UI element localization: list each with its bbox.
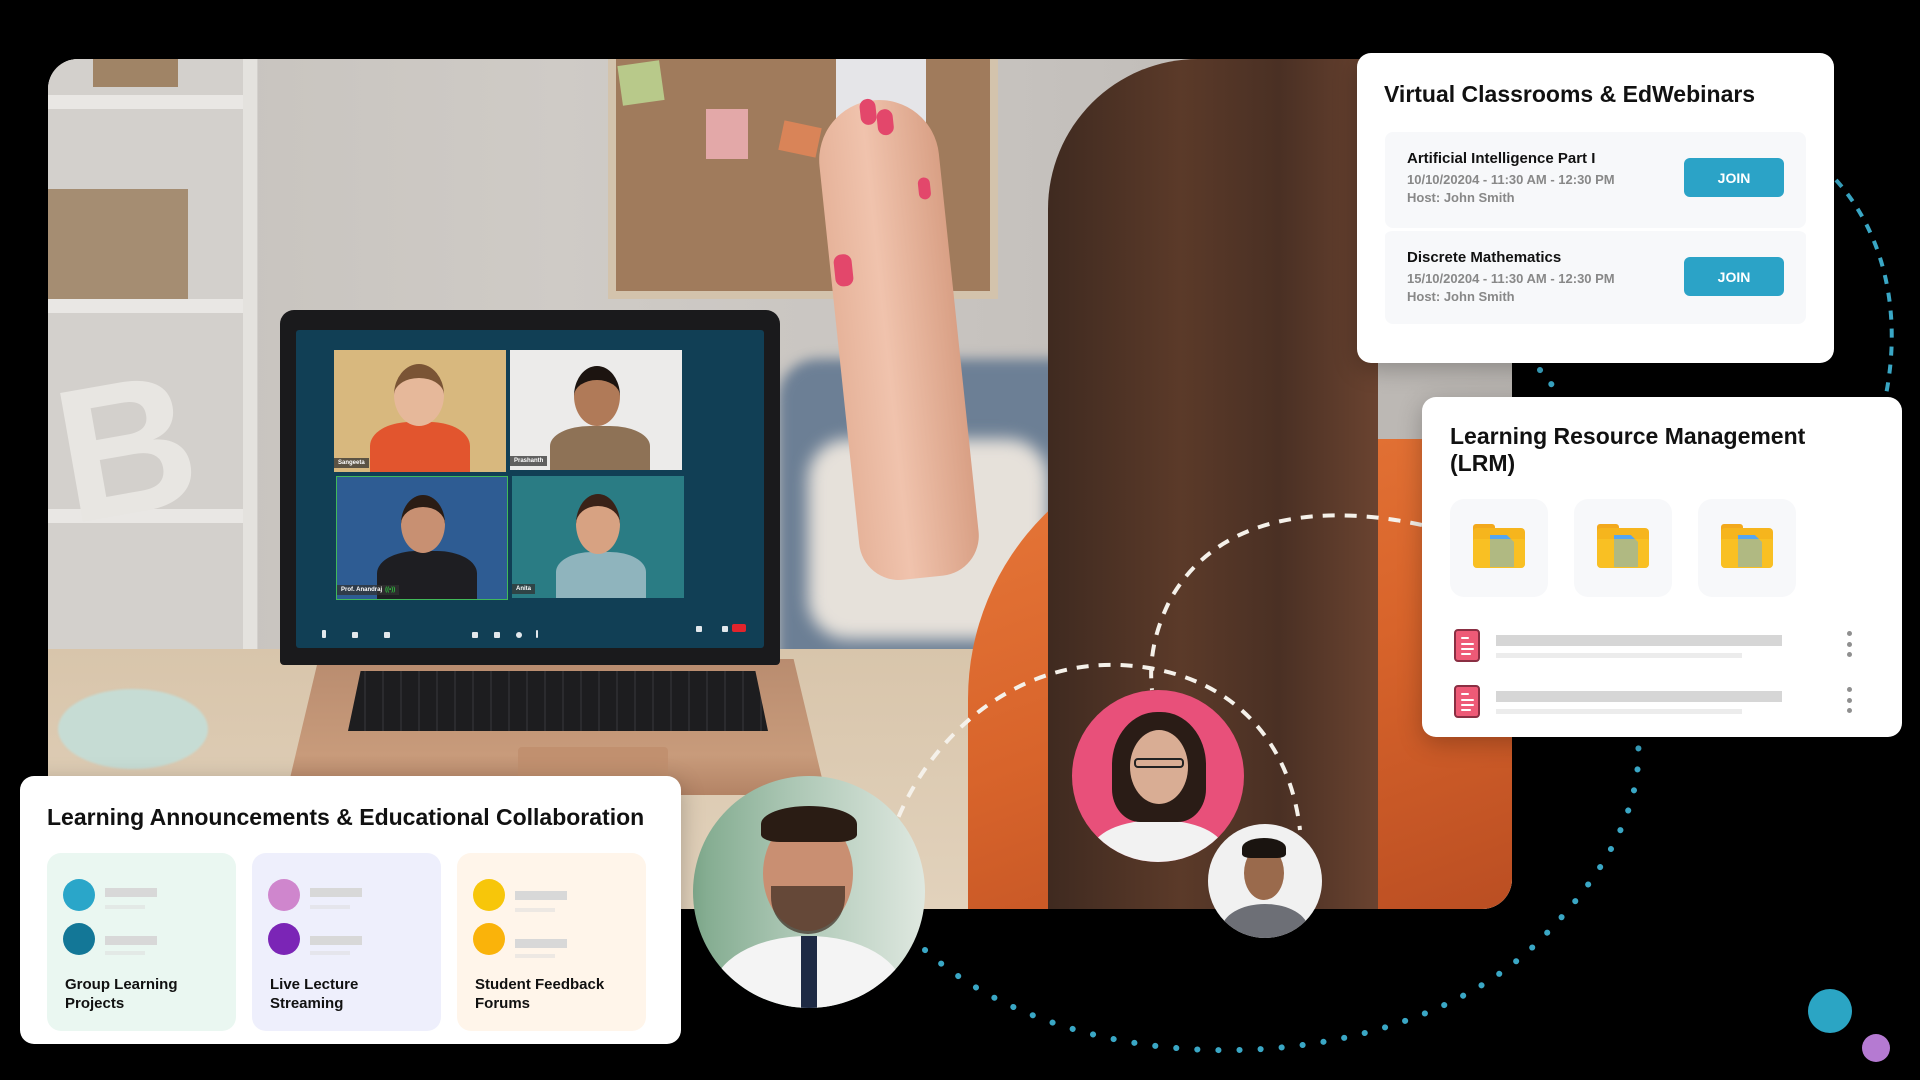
avatar-dot bbox=[473, 923, 505, 955]
avatar-dot bbox=[473, 879, 505, 911]
tile-student-feedback[interactable]: Student Feedback Forums bbox=[457, 853, 646, 1031]
mic-icon[interactable] bbox=[322, 630, 326, 638]
card-title: Virtual Classrooms & EdWebinars bbox=[1384, 81, 1756, 107]
participant-name: Sangeeta bbox=[334, 458, 369, 468]
laptop: Sangeeta Prashanth Prof. Anandraj ((•)) A… bbox=[280, 310, 780, 665]
file-item[interactable] bbox=[1450, 623, 1874, 679]
participant-tile[interactable]: Anita bbox=[512, 476, 684, 598]
bookshelf: B bbox=[48, 59, 258, 699]
text-placeholder bbox=[310, 888, 362, 897]
more-vertical-icon[interactable] bbox=[1842, 631, 1856, 657]
file-name-placeholder bbox=[1496, 635, 1782, 646]
file-meta-placeholder bbox=[1496, 709, 1742, 714]
document-icon bbox=[1454, 629, 1480, 662]
call-toolbar bbox=[296, 614, 764, 648]
raise-hand-icon[interactable] bbox=[494, 632, 500, 638]
avatar-young-man bbox=[1208, 824, 1322, 938]
tile-label: Group Learning Projects bbox=[65, 976, 178, 1012]
file-meta-placeholder bbox=[1496, 653, 1742, 658]
file-item[interactable] bbox=[1450, 679, 1874, 735]
card-title: Learning Resource Management (LRM) bbox=[1450, 423, 1806, 476]
text-placeholder bbox=[310, 905, 350, 909]
virtual-classrooms-card: Virtual Classrooms & EdWebinars Artifici… bbox=[1357, 53, 1834, 363]
file-name-placeholder bbox=[1496, 691, 1782, 702]
grid-icon[interactable] bbox=[472, 632, 478, 638]
tile-live-lecture[interactable]: Live Lecture Streaming bbox=[252, 853, 441, 1031]
laptop-keyboard bbox=[348, 671, 768, 731]
participant-name: Prashanth bbox=[510, 456, 548, 466]
avatar-dot bbox=[63, 879, 95, 911]
lrm-card: Learning Resource Management (LRM) bbox=[1422, 397, 1902, 737]
participant-tile-active-speaker[interactable]: Prof. Anandraj ((•)) bbox=[336, 476, 508, 600]
decorative-circle-teal bbox=[1808, 989, 1852, 1033]
text-placeholder bbox=[515, 908, 555, 912]
avatar-dot bbox=[63, 923, 95, 955]
session-list: Artificial Intelligence Part I 10/10/202… bbox=[1385, 132, 1806, 324]
decor-letter: B bbox=[48, 331, 213, 565]
tile-label: Live Lecture Streaming bbox=[270, 976, 359, 1012]
text-placeholder bbox=[310, 936, 362, 945]
announcements-card: Learning Announcements & Educational Col… bbox=[20, 776, 681, 1044]
join-button[interactable]: JOIN bbox=[1684, 158, 1784, 197]
reaction-icon[interactable] bbox=[516, 632, 522, 638]
tile-label: Student Feedback Forums bbox=[475, 976, 605, 1012]
share-screen-icon[interactable] bbox=[384, 632, 390, 638]
video-call-screen: Sangeeta Prashanth Prof. Anandraj ((•)) A… bbox=[296, 330, 764, 648]
participant-tile[interactable]: Prashanth bbox=[510, 350, 682, 470]
participant-name: Prof. Anandraj ((•)) bbox=[337, 585, 400, 595]
join-button[interactable]: JOIN bbox=[1684, 257, 1784, 296]
tile-group-learning[interactable]: Group Learning Projects bbox=[47, 853, 236, 1031]
folder-item[interactable] bbox=[1574, 499, 1672, 597]
text-placeholder bbox=[105, 936, 157, 945]
folder-grid bbox=[1450, 499, 1874, 597]
decorative-circle-purple bbox=[1862, 1034, 1890, 1062]
speaking-indicator-icon: ((•)) bbox=[385, 587, 396, 593]
participants-icon[interactable] bbox=[696, 626, 702, 632]
text-placeholder bbox=[105, 888, 157, 897]
avatar-woman-glasses bbox=[1072, 690, 1244, 862]
session-item: Discrete Mathematics 15/10/20204 - 11:30… bbox=[1385, 228, 1806, 324]
text-placeholder bbox=[105, 951, 145, 955]
avatar-dot bbox=[268, 879, 300, 911]
teal-dotted-short bbox=[1537, 367, 1563, 398]
camera-icon[interactable] bbox=[352, 632, 358, 638]
folder-item[interactable] bbox=[1450, 499, 1548, 597]
participant-tile[interactable]: Sangeeta bbox=[334, 350, 506, 472]
teal-dashed-arc-right bbox=[1834, 178, 1894, 421]
text-placeholder bbox=[310, 951, 350, 955]
collaboration-tiles: Group Learning Projects Live Lecture Str… bbox=[47, 853, 655, 1031]
avatar-man-tie bbox=[693, 776, 925, 1008]
more-vertical-icon[interactable] bbox=[1842, 687, 1856, 713]
text-placeholder bbox=[515, 891, 567, 900]
document-icon bbox=[1454, 685, 1480, 718]
card-title: Learning Announcements & Educational Col… bbox=[47, 804, 645, 830]
text-placeholder bbox=[515, 939, 567, 948]
session-item: Artificial Intelligence Part I 10/10/202… bbox=[1385, 132, 1806, 228]
text-placeholder bbox=[105, 905, 145, 909]
end-call-icon[interactable] bbox=[732, 624, 746, 632]
folder-item[interactable] bbox=[1698, 499, 1796, 597]
participant-name: Anita bbox=[512, 584, 535, 594]
chat-icon[interactable] bbox=[722, 626, 728, 632]
paper-stack bbox=[58, 689, 208, 769]
text-placeholder bbox=[515, 954, 555, 958]
more-icon[interactable] bbox=[536, 630, 538, 638]
file-list bbox=[1450, 623, 1874, 735]
avatar-dot bbox=[268, 923, 300, 955]
